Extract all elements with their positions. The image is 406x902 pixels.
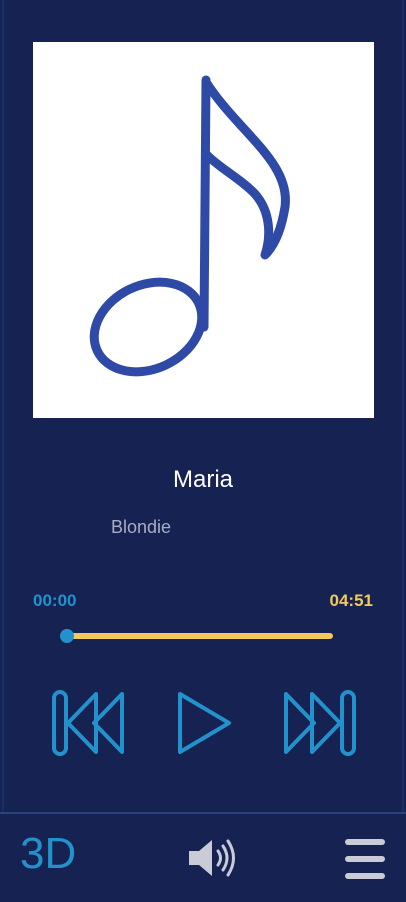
seek-bar-thumb[interactable] (60, 629, 74, 643)
play-icon (178, 692, 231, 754)
skip-next-icon (284, 690, 356, 756)
track-artist: Blondie (111, 517, 172, 537)
bottom-toolbar: 3D (0, 812, 406, 902)
next-button[interactable] (282, 688, 358, 758)
current-time: 00:00 (33, 591, 77, 610)
volume-button[interactable] (185, 836, 241, 883)
hamburger-menu-icon (345, 839, 385, 879)
speaker-icon (189, 839, 235, 877)
previous-button[interactable] (50, 688, 126, 758)
play-button[interactable] (174, 688, 234, 758)
seek-bar-track (67, 633, 333, 639)
total-time: 04:51 (329, 591, 373, 610)
frame-border-right (402, 0, 404, 812)
menu-button[interactable] (343, 836, 387, 885)
frame-border-left (2, 0, 4, 812)
track-title: Maria (172, 466, 233, 493)
seek-bar[interactable] (60, 627, 339, 645)
music-note-icon (89, 75, 290, 377)
skip-previous-icon (52, 690, 124, 756)
album-art (33, 42, 374, 418)
3d-mode-button[interactable]: 3D (20, 832, 76, 876)
